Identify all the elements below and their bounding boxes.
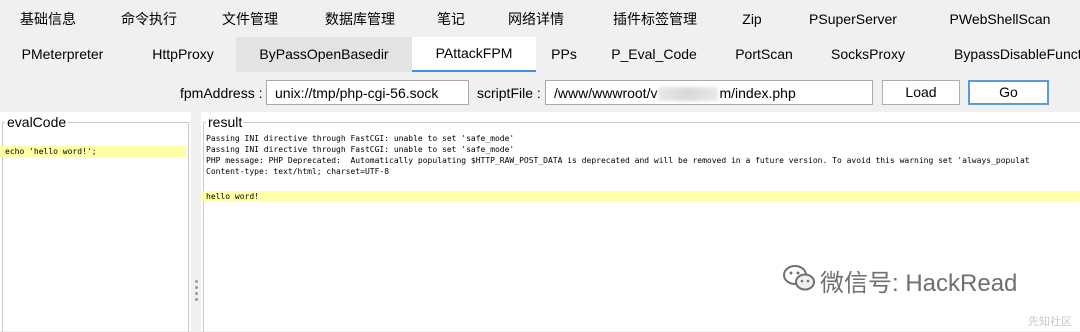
wechat-watermark: 微信号: HackRead bbox=[782, 264, 1017, 304]
result-output: hello word! bbox=[206, 192, 259, 201]
result-line: Passing INI directive through FastCGI: u… bbox=[206, 145, 515, 154]
tab-label: PMeterpreter bbox=[21, 46, 104, 62]
tab-plugin-tag-manager[interactable]: 插件标签管理 bbox=[595, 2, 715, 37]
tab-label: PSuperServer bbox=[809, 11, 897, 27]
result-line-highlight bbox=[201, 191, 1080, 202]
fpm-toolbar: fpmAddress : unix://tmp/php-cgi-56.sock … bbox=[0, 78, 1080, 108]
tab-label: 网络详情 bbox=[508, 11, 564, 27]
tab-p-eval-code[interactable]: P_Eval_Code bbox=[600, 37, 708, 72]
tab-psuperserver[interactable]: PSuperServer bbox=[798, 2, 908, 37]
tab-row-2: PMeterpreter HttpProxy ByPassOpenBasedir… bbox=[0, 37, 1080, 72]
fpm-address-input[interactable]: unix://tmp/php-cgi-56.sock bbox=[266, 80, 469, 105]
tab-label: 插件标签管理 bbox=[613, 11, 697, 27]
panel-splitter[interactable] bbox=[191, 112, 201, 331]
watermark-text: 微信号: HackRead bbox=[820, 270, 1018, 297]
tab-command-exec[interactable]: 命令执行 bbox=[104, 2, 194, 37]
tab-bypassdisablefunctions[interactable]: BypassDisableFunct bbox=[944, 37, 1080, 72]
tab-label: Zip bbox=[742, 11, 762, 27]
tab-label: PWebShellScan bbox=[949, 11, 1051, 27]
wechat-icon bbox=[782, 264, 816, 305]
tab-pattackfpm[interactable]: PAttackFPM bbox=[412, 37, 536, 72]
tab-socksproxy[interactable]: SocksProxy bbox=[820, 37, 916, 72]
tab-label: PPs bbox=[551, 46, 577, 62]
tab-pwebshellscan[interactable]: PWebShellScan bbox=[940, 2, 1060, 37]
redacted-blur bbox=[658, 87, 719, 102]
tab-portscan[interactable]: PortScan bbox=[722, 37, 806, 72]
tab-pmeterpreter[interactable]: PMeterpreter bbox=[0, 37, 125, 72]
go-button[interactable]: Go bbox=[968, 80, 1049, 105]
eval-code-editor[interactable]: echo 'hello word!'; bbox=[5, 146, 97, 157]
fpm-address-value: unix://tmp/php-cgi-56.sock bbox=[275, 85, 439, 101]
tab-pps[interactable]: PPs bbox=[540, 37, 588, 72]
script-file-suffix: m/index.php bbox=[719, 85, 796, 101]
splitter-grip-icon bbox=[195, 280, 198, 304]
tab-label: SocksProxy bbox=[831, 46, 905, 62]
script-file-prefix: /www/wwwroot/v bbox=[554, 85, 658, 101]
tab-basic-info[interactable]: 基础信息 bbox=[4, 2, 92, 37]
script-file-label: scriptFile : bbox=[477, 85, 541, 101]
tab-label: BypassDisableFunct bbox=[954, 46, 1080, 62]
tab-label: P_Eval_Code bbox=[611, 46, 697, 62]
fpm-address-label: fpmAddress : bbox=[180, 85, 263, 101]
eval-code-panel: evalCode echo 'hello word!'; bbox=[0, 112, 191, 332]
result-line: Content-type: text/html; charset=UTF-8 bbox=[206, 167, 390, 176]
tab-notes[interactable]: 笔记 bbox=[420, 2, 482, 37]
tab-label: ByPassOpenBasedir bbox=[259, 46, 389, 62]
eval-code-title: evalCode bbox=[5, 113, 69, 131]
tab-label: PortScan bbox=[735, 46, 793, 62]
result-line: Passing INI directive through FastCGI: u… bbox=[206, 134, 515, 143]
tab-database-manager[interactable]: 数据库管理 bbox=[310, 2, 410, 37]
tab-zip[interactable]: Zip bbox=[724, 2, 780, 37]
result-title: result bbox=[206, 113, 245, 131]
tab-label: 命令执行 bbox=[121, 11, 177, 27]
tab-httpproxy[interactable]: HttpProxy bbox=[134, 37, 232, 72]
tab-bypassopenbasedir[interactable]: ByPassOpenBasedir bbox=[236, 37, 412, 72]
script-file-input[interactable]: /www/wwwroot/v m/index.php bbox=[545, 80, 873, 105]
tab-network-details[interactable]: 网络详情 bbox=[490, 2, 582, 37]
tab-label: 笔记 bbox=[437, 11, 465, 27]
corner-watermark: 先知社区 bbox=[1028, 316, 1072, 328]
tab-file-manager[interactable]: 文件管理 bbox=[205, 2, 295, 37]
tab-label: HttpProxy bbox=[152, 46, 214, 62]
tab-label: 基础信息 bbox=[20, 11, 76, 27]
tab-label: 数据库管理 bbox=[325, 11, 395, 27]
tab-row-1: 基础信息 命令执行 文件管理 数据库管理 笔记 网络详情 插件标签管理 Zip … bbox=[0, 2, 1080, 37]
result-line: PHP message: PHP Deprecated: Automatical… bbox=[206, 156, 1030, 165]
tab-label: 文件管理 bbox=[222, 11, 278, 27]
load-button[interactable]: Load bbox=[882, 80, 960, 105]
tab-label: PAttackFPM bbox=[435, 45, 513, 61]
